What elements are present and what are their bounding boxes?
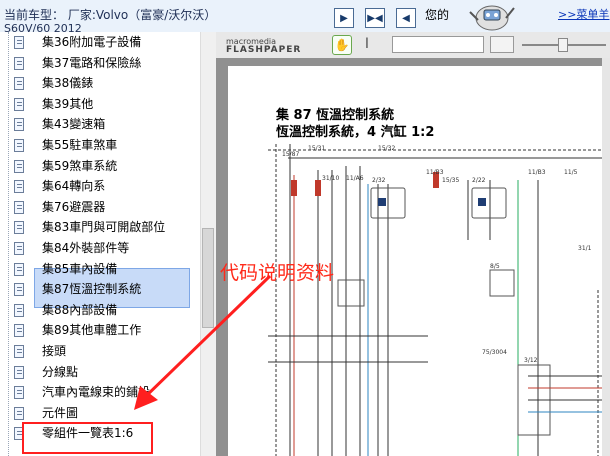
menu-link[interactable]: >>菜单羊: [558, 6, 609, 22]
greeting-text: 您的: [425, 8, 450, 22]
tree-item[interactable]: 元件圖: [42, 404, 78, 422]
tree-guide-line: [8, 32, 9, 456]
tree-item[interactable]: 集39其他: [42, 95, 93, 113]
document-icon: [14, 159, 24, 173]
wire-label: 15/32: [378, 145, 395, 152]
document-icon: [14, 56, 24, 70]
first-page-icon: ▶: [340, 12, 348, 24]
wire-label: 31/10: [322, 175, 339, 182]
tree-item[interactable]: 集36附加電子設備: [42, 33, 141, 51]
tree-item[interactable]: 集64轉向系: [42, 177, 105, 195]
wire-label: 15/31: [308, 145, 325, 152]
tree-item[interactable]: 集76避震器: [42, 198, 105, 216]
highlight-box-parts-list: [22, 422, 153, 454]
document-icon: [14, 242, 24, 255]
find-button[interactable]: [490, 36, 514, 53]
document-icon: [14, 221, 24, 235]
prev-page-icon: ◀: [402, 12, 410, 24]
document-icon: [14, 283, 24, 297]
wire-label: 31/1: [578, 245, 592, 252]
tree-item[interactable]: 集59煞車系統: [42, 157, 117, 175]
tree-item[interactable]: 集55駐車煞車: [42, 136, 117, 154]
text-select-button[interactable]: I: [360, 36, 374, 54]
tree-item[interactable]: 集84外裝部件等: [42, 239, 129, 257]
wire-label: 3/12: [524, 357, 538, 364]
tree-item[interactable]: 集83車門與可開啟部位: [42, 218, 165, 236]
document-icon: [14, 77, 24, 91]
text-cursor-icon: I: [364, 36, 370, 52]
tree-item[interactable]: 集88內部設備: [42, 301, 117, 319]
wire-label: 2/22: [472, 177, 486, 184]
wire-label: 11/5: [564, 169, 578, 176]
tree-item[interactable]: 集38儀錶: [42, 74, 93, 92]
document-icon: [14, 118, 24, 132]
document-icon: [14, 303, 24, 317]
flashpaper-logo-product: FLASHPAPER: [226, 45, 302, 55]
vehicle-model-label: 当前车型： 厂家:Volvo（富豪/沃尔沃）: [4, 8, 217, 22]
zoom-slider-thumb[interactable]: [558, 38, 568, 52]
hand-icon: ✋: [334, 38, 350, 52]
document-icon: [14, 200, 24, 214]
tree-item[interactable]: 集37電路和保險絲: [42, 54, 141, 72]
mascot-icon: [469, 5, 515, 31]
document-icon: [14, 262, 24, 276]
document-icon: [14, 386, 24, 400]
wire-label: 15/35: [442, 177, 459, 184]
document-icon: [14, 365, 24, 379]
tree-item[interactable]: 接頭: [42, 342, 66, 360]
tree-item[interactable]: 分線點: [42, 363, 78, 381]
hand-tool-button[interactable]: ✋: [332, 35, 352, 55]
tree-item[interactable]: 集85車內設備: [42, 260, 117, 278]
wire-label: 11/B3: [528, 169, 546, 176]
fit-page-icon: ▶◀: [367, 12, 383, 24]
wire-label: 75/3004: [482, 349, 507, 356]
document-icon: [14, 97, 24, 111]
tree-item[interactable]: 集43變速箱: [42, 115, 105, 133]
wire-label: 15/87: [282, 151, 299, 158]
document-subtitle: 恆溫控制系統，4 汽缸 1:2: [276, 125, 435, 140]
document-icon: [14, 345, 24, 358]
document-icon: [14, 139, 24, 152]
wiring-diagram: 15/87 15/31 15/32 31/10 11/A6 11/B3 2/32…: [268, 144, 610, 456]
first-page-button[interactable]: ▶: [334, 8, 354, 28]
prev-page-button[interactable]: ◀: [396, 8, 416, 28]
document-icon: [14, 180, 24, 194]
document-icon: [14, 406, 24, 420]
document-icon: [14, 324, 24, 338]
red-arrow-icon: [134, 274, 272, 410]
document-icon: [14, 36, 24, 49]
search-input[interactable]: [392, 36, 484, 53]
viewer-scrollbar[interactable]: [602, 58, 610, 456]
wire-label: 2/32: [372, 177, 386, 184]
wire-label: 11/A6: [346, 175, 364, 182]
fit-page-button[interactable]: ▶◀: [365, 8, 385, 28]
wire-label: 8/5: [490, 263, 500, 270]
wire-label: 11/B3: [426, 169, 444, 176]
